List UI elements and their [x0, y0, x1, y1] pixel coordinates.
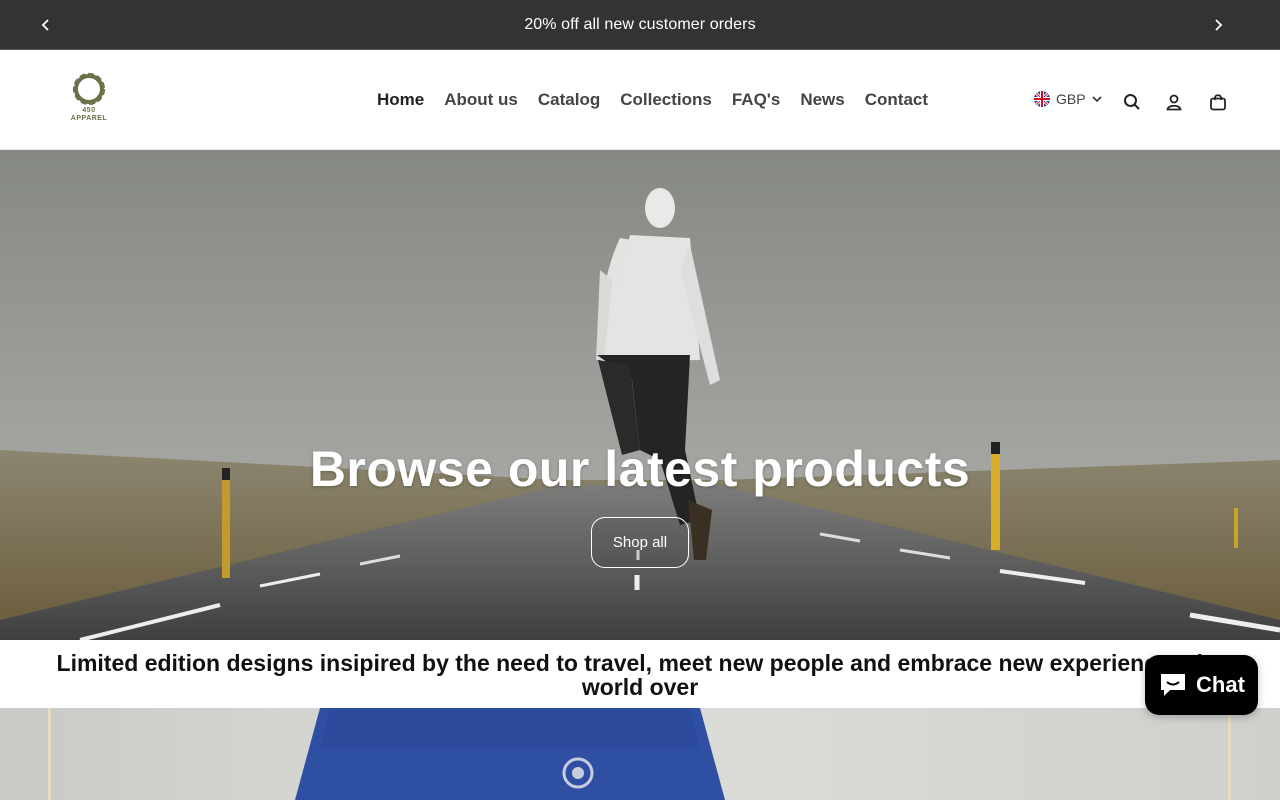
logo-line-1: 450 — [82, 107, 96, 114]
currency-selector[interactable]: GBP — [1034, 91, 1102, 107]
cart-icon — [1210, 94, 1226, 111]
account-button[interactable] — [1161, 89, 1187, 115]
nav-contact[interactable]: Contact — [855, 89, 938, 111]
currency-code: GBP — [1056, 91, 1086, 107]
site-header: 450 APPAREL Home About us Catalog Collec… — [0, 51, 1280, 150]
nav-home[interactable]: Home — [367, 89, 434, 111]
chat-bubble-icon — [1161, 674, 1186, 696]
account-icon — [1166, 94, 1182, 111]
hero-banner: Browse our latest products Shop all — [0, 150, 1280, 640]
hero-title: Browse our latest products — [309, 441, 971, 497]
chevron-left-icon — [41, 19, 49, 31]
tagline-section: Limited edition designs insipired by the… — [0, 640, 1280, 708]
announcement-bar: 20% off all new customer orders — [0, 0, 1280, 50]
search-button[interactable] — [1119, 89, 1145, 115]
announcement-text: 20% off all new customer orders — [524, 15, 756, 33]
nav-faqs[interactable]: FAQ's — [722, 89, 790, 111]
product-image — [48, 708, 1231, 800]
logo-mark-icon — [72, 72, 106, 106]
nav-collections[interactable]: Collections — [610, 89, 722, 111]
logo-line-2: APPAREL — [70, 115, 108, 122]
nav-catalog[interactable]: Catalog — [528, 89, 610, 111]
announcement-prev-button[interactable] — [35, 14, 57, 36]
main-nav: Home About us Catalog Collections FAQ's … — [367, 89, 938, 111]
search-icon — [1124, 94, 1140, 110]
chevron-down-icon — [1092, 96, 1102, 103]
uk-flag-icon — [1034, 91, 1050, 107]
announcement-next-button[interactable] — [1207, 14, 1229, 36]
brand-logo[interactable]: 450 APPAREL — [66, 71, 112, 127]
chevron-right-icon — [1215, 19, 1223, 31]
nav-news[interactable]: News — [790, 89, 854, 111]
product-preview-section — [0, 708, 1280, 800]
chat-label: Chat — [1196, 672, 1245, 697]
shop-all-button[interactable]: Shop all — [591, 517, 689, 568]
tagline-text: Limited edition designs insipired by the… — [56, 650, 1224, 700]
cart-button[interactable] — [1205, 89, 1231, 115]
chat-button[interactable]: Chat — [1145, 655, 1258, 715]
nav-about-us[interactable]: About us — [434, 89, 528, 111]
